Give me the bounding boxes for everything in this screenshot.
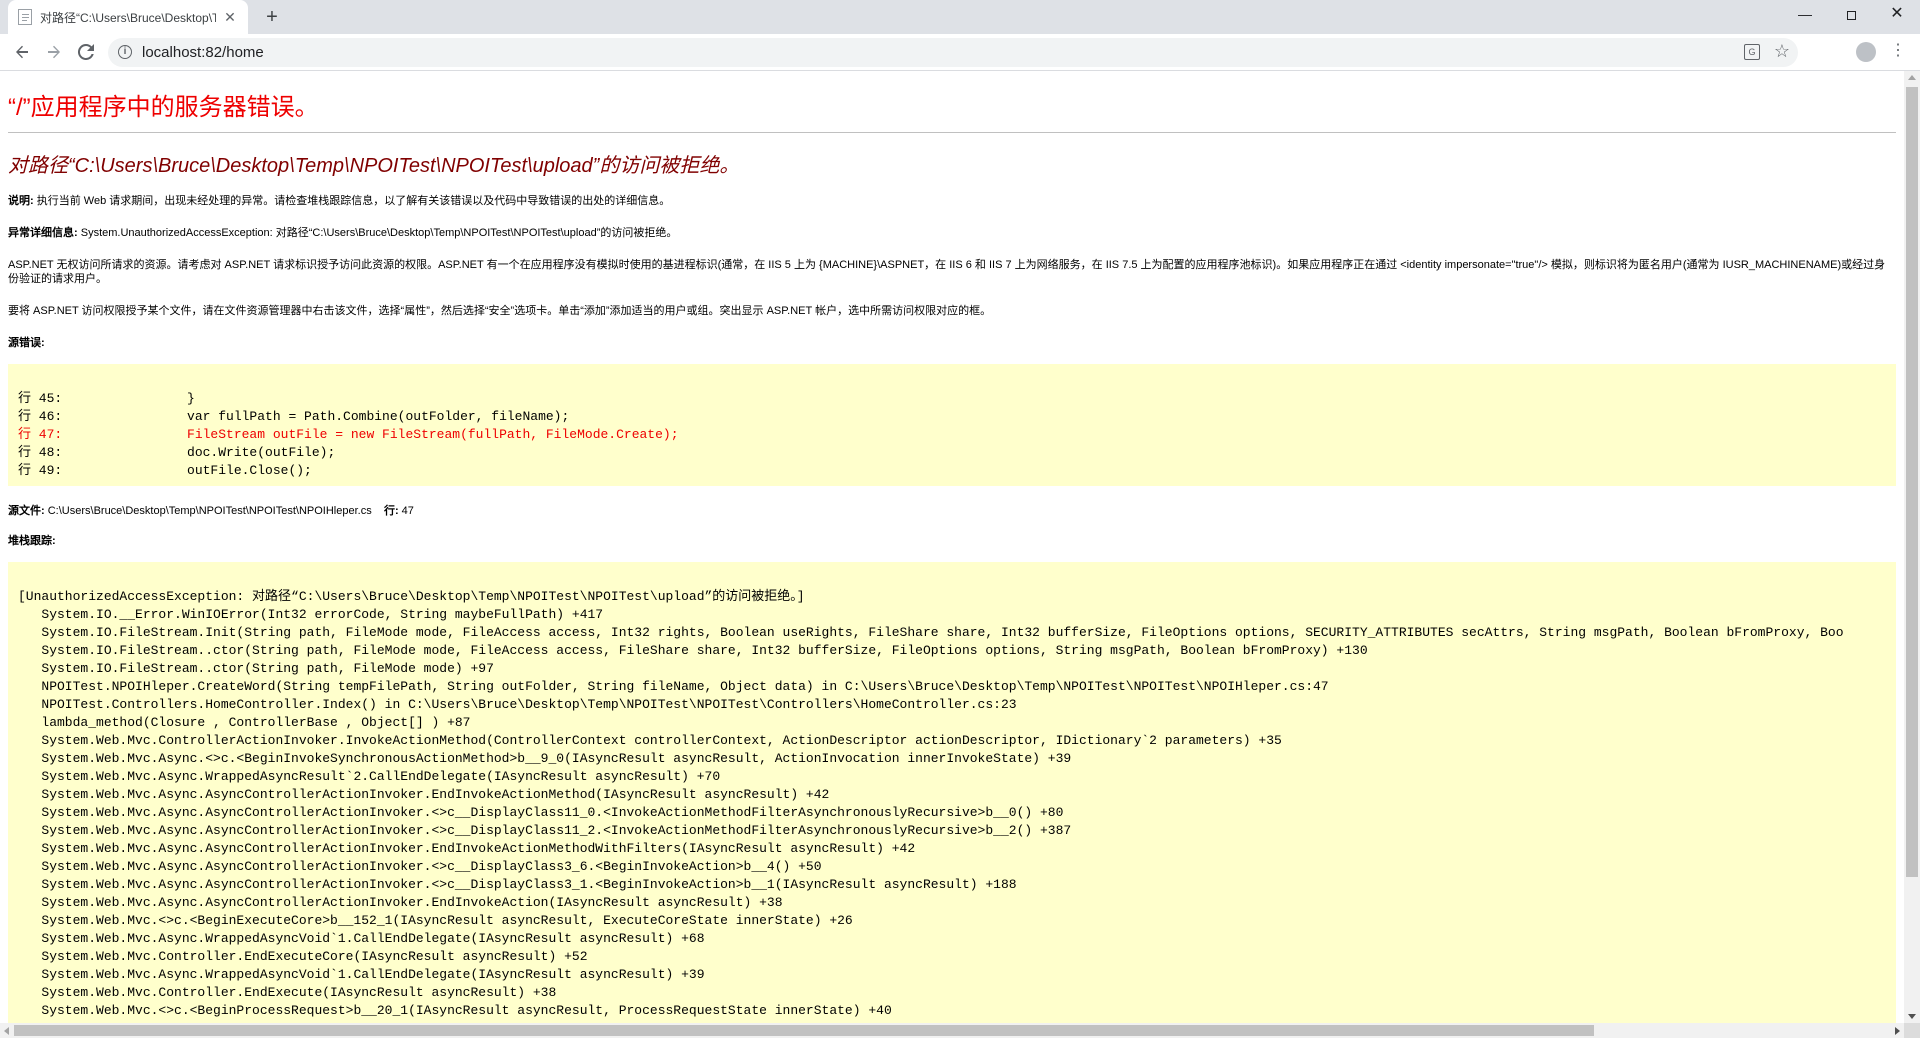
stack-trace-line: System.IO.FileStream.Init(String path, F… bbox=[18, 625, 1844, 640]
page-icon bbox=[18, 9, 32, 25]
aspnet-paragraph: ASP.NET 无权访问所请求的资源。请考虑对 ASP.NET 请求标识授予访问… bbox=[8, 259, 1886, 285]
grant-paragraph: 要将 ASP.NET 访问权限授予某个文件，请在文件资源管理器中右击该文件，选择… bbox=[8, 305, 992, 317]
error-heading: 对路径“C:\Users\Bruce\Desktop\Temp\NPOITest… bbox=[8, 155, 740, 177]
stack-trace-line: NPOITest.NPOIHleper.CreateWord(String te… bbox=[18, 679, 1329, 694]
minimize-button[interactable]: — bbox=[1782, 0, 1828, 30]
horizontal-scroll-thumb[interactable] bbox=[14, 1025, 1594, 1036]
source-line: 行 49: outFile.Close(); bbox=[18, 463, 312, 478]
stack-trace-line: System.Web.Mvc.<>c.<BeginProcessRequest>… bbox=[18, 1003, 892, 1018]
vertical-scroll-thumb[interactable] bbox=[1906, 87, 1918, 877]
exception-label: 异常详细信息: bbox=[8, 227, 78, 239]
source-line: 行 48: doc.Write(outFile); bbox=[18, 445, 336, 460]
translate-icon[interactable]: G bbox=[1744, 44, 1760, 60]
scroll-up-icon[interactable] bbox=[1908, 75, 1916, 80]
source-line-highlighted: 行 47: FileStream outFile = new FileStrea… bbox=[18, 427, 679, 442]
divider bbox=[8, 132, 1896, 133]
stack-trace-line: System.Web.Mvc.Async.AsyncControllerActi… bbox=[18, 823, 1072, 838]
page-content: “/”应用程序中的服务器错误。 对路径“C:\Users\Bruce\Deskt… bbox=[0, 71, 1904, 1023]
scroll-down-icon[interactable] bbox=[1908, 1014, 1916, 1019]
description-label: 说明: bbox=[8, 195, 34, 207]
vertical-scrollbar[interactable] bbox=[1904, 71, 1920, 1023]
stack-trace-line: System.Web.Mvc.Async.WrappedAsyncVoid`1.… bbox=[18, 967, 705, 982]
scrollbar-corner bbox=[1904, 1023, 1920, 1038]
forward-icon bbox=[48, 45, 60, 59]
line-label: 行: bbox=[371, 505, 399, 517]
star-icon[interactable]: ☆ bbox=[1774, 41, 1790, 62]
close-window-button[interactable]: ✕ bbox=[1874, 0, 1920, 30]
new-tab-button[interactable]: + bbox=[258, 4, 286, 30]
reload-icon bbox=[77, 43, 94, 60]
page-title: “/”应用程序中的服务器错误。 bbox=[8, 94, 319, 121]
stack-trace-line: System.Web.Mvc.Controller.EndExecuteCore… bbox=[18, 949, 588, 964]
stack-trace-line: System.Web.Mvc.ControllerActionInvoker.I… bbox=[18, 733, 1282, 748]
line-number: 47 bbox=[398, 505, 414, 517]
description-paragraph: 说明: 执行当前 Web 请求期间，出现未经处理的异常。请检查堆栈跟踪信息，以了… bbox=[8, 194, 1896, 208]
browser-toolbar: i localhost:82/home G ☆ ⋮ bbox=[0, 34, 1920, 71]
maximize-button[interactable] bbox=[1828, 0, 1874, 30]
stack-trace-line: System.IO.FileStream..ctor(String path, … bbox=[18, 643, 1368, 658]
stack-trace-line: System.Web.Mvc.Async.AsyncControllerActi… bbox=[18, 895, 783, 910]
stack-trace-line: System.Web.Mvc.Controller.EndExecute(IAs… bbox=[18, 985, 557, 1000]
scroll-right-icon[interactable] bbox=[1895, 1027, 1900, 1035]
stack-trace-block: [UnauthorizedAccessException: 对路径“C:\Use… bbox=[8, 562, 1896, 1023]
stack-trace-line: [UnauthorizedAccessException: 对路径“C:\Use… bbox=[18, 589, 805, 604]
description-text: 执行当前 Web 请求期间，出现未经处理的异常。请检查堆栈跟踪信息，以了解有关该… bbox=[33, 195, 671, 207]
exception-text: System.UnauthorizedAccessException: 对路径“… bbox=[77, 227, 678, 239]
stack-trace-line: System.Web.Mvc.Async.WrappedAsyncVoid`1.… bbox=[18, 931, 705, 946]
tab-title: 对路径“C:\Users\Bruce\Desktop\Temp\NPOITest… bbox=[40, 10, 216, 25]
stack-trace-line: lambda_method(Closure , ControllerBase ,… bbox=[18, 715, 471, 730]
reload-button[interactable] bbox=[72, 39, 100, 65]
stack-trace-line: System.IO.FileStream..ctor(String path, … bbox=[18, 661, 494, 676]
source-file-info: 源文件: C:\Users\Bruce\Desktop\Temp\NPOITes… bbox=[8, 502, 1896, 518]
stack-trace-label: 堆栈跟踪: bbox=[8, 535, 56, 547]
stack-trace-line: System.Web.Mvc.Async.WrappedAsyncResult`… bbox=[18, 769, 721, 784]
kebab-menu-icon[interactable]: ⋮ bbox=[1890, 39, 1906, 65]
stack-trace-line: System.Web.Mvc.Async.AsyncControllerActi… bbox=[18, 841, 916, 856]
source-code-block: 行 45: } 行 46: var fullPath = Path.Combine… bbox=[8, 364, 1896, 486]
url-text[interactable]: localhost:82/home bbox=[142, 44, 264, 61]
horizontal-scrollbar[interactable] bbox=[0, 1023, 1904, 1038]
page-viewport: “/”应用程序中的服务器错误。 对路径“C:\Users\Bruce\Deskt… bbox=[0, 71, 1904, 1023]
tab-close-icon[interactable]: ✕ bbox=[222, 9, 238, 26]
exception-paragraph: 异常详细信息: System.UnauthorizedAccessExcepti… bbox=[8, 226, 1896, 240]
stack-trace-line: System.Web.Mvc.Async.AsyncControllerActi… bbox=[18, 805, 1064, 820]
stack-trace-line: NPOITest.Controllers.HomeController.Inde… bbox=[18, 697, 1017, 712]
info-icon[interactable]: i bbox=[118, 45, 132, 59]
browser-tab[interactable]: 对路径“C:\Users\Bruce\Desktop\Temp\NPOITest… bbox=[8, 0, 248, 34]
source-file-path: C:\Users\Bruce\Desktop\Temp\NPOITest\NPO… bbox=[44, 505, 372, 517]
back-button[interactable] bbox=[8, 39, 36, 65]
source-line: 行 45: } bbox=[18, 391, 195, 406]
avatar[interactable] bbox=[1856, 42, 1876, 62]
forward-button[interactable] bbox=[40, 39, 68, 65]
maximize-icon bbox=[1846, 11, 1856, 20]
source-error-label: 源错误: bbox=[8, 337, 45, 349]
tab-strip: 对路径“C:\Users\Bruce\Desktop\Temp\NPOITest… bbox=[0, 0, 1920, 34]
address-bar[interactable]: i localhost:82/home G ☆ bbox=[108, 38, 1798, 67]
stack-trace-line: System.Web.Mvc.Async.AsyncControllerActi… bbox=[18, 877, 1017, 892]
source-line: 行 46: var fullPath = Path.Combine(outFol… bbox=[18, 409, 570, 424]
back-icon bbox=[16, 45, 28, 59]
stack-trace-line: System.Web.Mvc.<>c.<BeginExecuteCore>b__… bbox=[18, 913, 853, 928]
stack-trace-line: System.Web.Mvc.Async.AsyncControllerActi… bbox=[18, 859, 822, 874]
stack-trace-line: System.Web.Mvc.Async.<>c.<BeginInvokeSyn… bbox=[18, 751, 1072, 766]
stack-trace-line: System.IO.__Error.WinIOError(Int32 error… bbox=[18, 607, 604, 622]
stack-trace-line: System.Web.Mvc.Async.AsyncControllerActi… bbox=[18, 787, 830, 802]
source-file-label: 源文件: bbox=[8, 505, 45, 517]
scroll-left-icon[interactable] bbox=[4, 1027, 9, 1035]
